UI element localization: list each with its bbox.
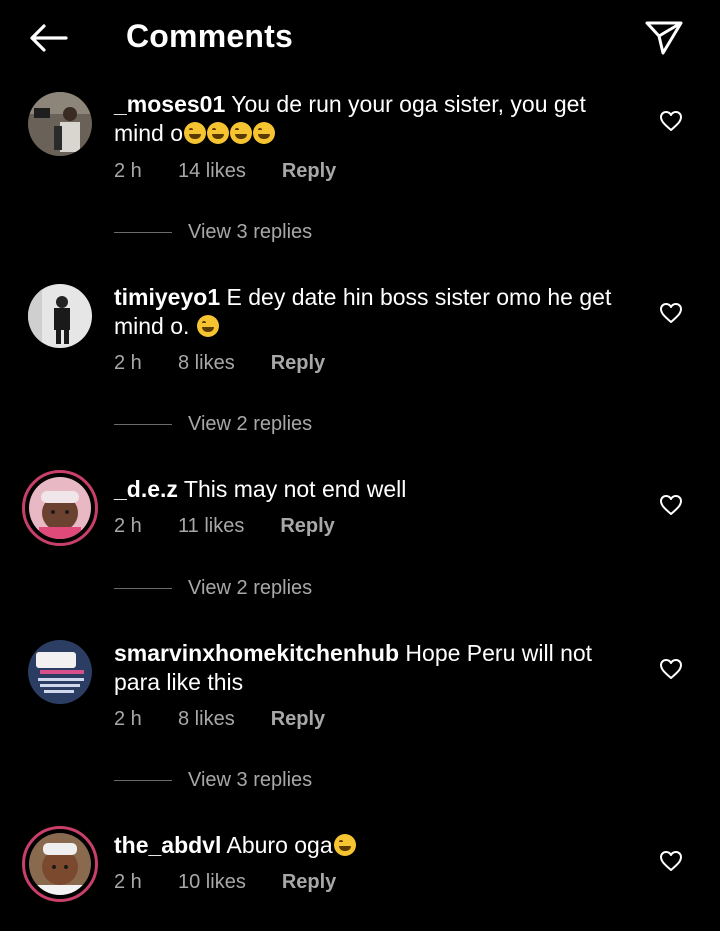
view-replies-label: View 2 replies: [188, 577, 313, 599]
heart-icon: [660, 659, 682, 679]
header: Comments: [0, 0, 720, 78]
comment-time: 2 h: [114, 160, 142, 182]
divider: [114, 232, 172, 233]
comment-body: _moses01 You de run your oga sister, you…: [114, 90, 634, 148]
view-replies-button[interactable]: View 2 replies: [114, 577, 312, 600]
heart-icon: [660, 303, 682, 323]
laughing-emoji-icon: [253, 122, 276, 144]
divider: [114, 588, 172, 589]
reply-button[interactable]: Reply: [282, 160, 336, 183]
comment-meta: 2 h 14 likes Reply: [114, 160, 336, 183]
comment-meta: 2 h 8 likes Reply: [114, 352, 325, 375]
avatar[interactable]: [28, 92, 92, 156]
laughing-emoji-icon: [184, 122, 207, 144]
laughing-emoji-icon: [196, 315, 219, 337]
heart-icon: [660, 851, 682, 871]
like-button[interactable]: [656, 490, 686, 520]
comment-time: 2 h: [114, 871, 142, 893]
like-button[interactable]: [656, 106, 686, 136]
comment-username[interactable]: the_abdvl: [114, 832, 221, 858]
divider: [114, 780, 172, 781]
comment-likes[interactable]: 8 likes: [178, 708, 235, 731]
reply-button[interactable]: Reply: [271, 352, 325, 375]
page-title: Comments: [126, 18, 293, 54]
reply-button[interactable]: Reply: [280, 515, 334, 538]
comment-time: 2 h: [114, 352, 142, 374]
view-replies-button[interactable]: View 3 replies: [114, 769, 312, 792]
send-button[interactable]: [640, 14, 688, 62]
like-button[interactable]: [656, 846, 686, 876]
comment-username[interactable]: timiyeyo1: [114, 284, 220, 310]
reply-button[interactable]: Reply: [282, 871, 336, 894]
reply-button[interactable]: Reply: [271, 708, 325, 731]
comment-body: timiyeyo1 E dey date hin boss sister omo…: [114, 283, 634, 341]
back-button[interactable]: [24, 18, 72, 58]
heart-icon: [660, 495, 682, 515]
comment-likes[interactable]: 14 likes: [178, 160, 246, 183]
view-replies-button[interactable]: View 2 replies: [114, 413, 312, 436]
avatar[interactable]: [28, 640, 92, 704]
avatar[interactable]: [22, 470, 98, 546]
comment-username[interactable]: _moses01: [114, 91, 225, 117]
heart-icon: [660, 111, 682, 131]
comment-meta: 2 h 8 likes Reply: [114, 708, 325, 731]
comment-text: This may not end well: [183, 476, 407, 502]
comment-likes[interactable]: 8 likes: [178, 352, 235, 375]
comment-likes[interactable]: 11 likes: [178, 515, 244, 538]
comment-meta: 2 h 10 likes Reply: [114, 871, 336, 894]
avatar[interactable]: [28, 284, 92, 348]
comment-time: 2 h: [114, 708, 142, 730]
comment-body: _d.e.z This may not end well: [114, 475, 634, 504]
view-replies-label: View 3 replies: [188, 769, 313, 791]
avatar[interactable]: [22, 826, 98, 902]
comment-time: 2 h: [114, 515, 142, 537]
like-button[interactable]: [656, 654, 686, 684]
comment-username[interactable]: smarvinxhomekitchenhub: [114, 640, 399, 666]
comment-body: the_abdvl Aburo oga: [114, 831, 634, 860]
view-replies-label: View 3 replies: [188, 221, 313, 243]
laughing-emoji-icon: [230, 122, 253, 144]
back-arrow-icon: [30, 24, 68, 52]
laughing-emoji-icon: [207, 122, 230, 144]
comment-username[interactable]: _d.e.z: [114, 476, 178, 502]
send-icon: [645, 21, 683, 55]
comment-meta: 2 h 11 likes Reply: [114, 515, 335, 538]
like-button[interactable]: [656, 298, 686, 328]
divider: [114, 424, 172, 425]
comment-body: smarvinxhomekitchenhub Hope Peru will no…: [114, 639, 634, 697]
comment-likes[interactable]: 10 likes: [178, 871, 246, 894]
laughing-emoji-icon: [333, 834, 356, 856]
view-replies-button[interactable]: View 3 replies: [114, 221, 312, 244]
view-replies-label: View 2 replies: [188, 413, 313, 435]
comment-text: Aburo oga: [226, 832, 333, 858]
